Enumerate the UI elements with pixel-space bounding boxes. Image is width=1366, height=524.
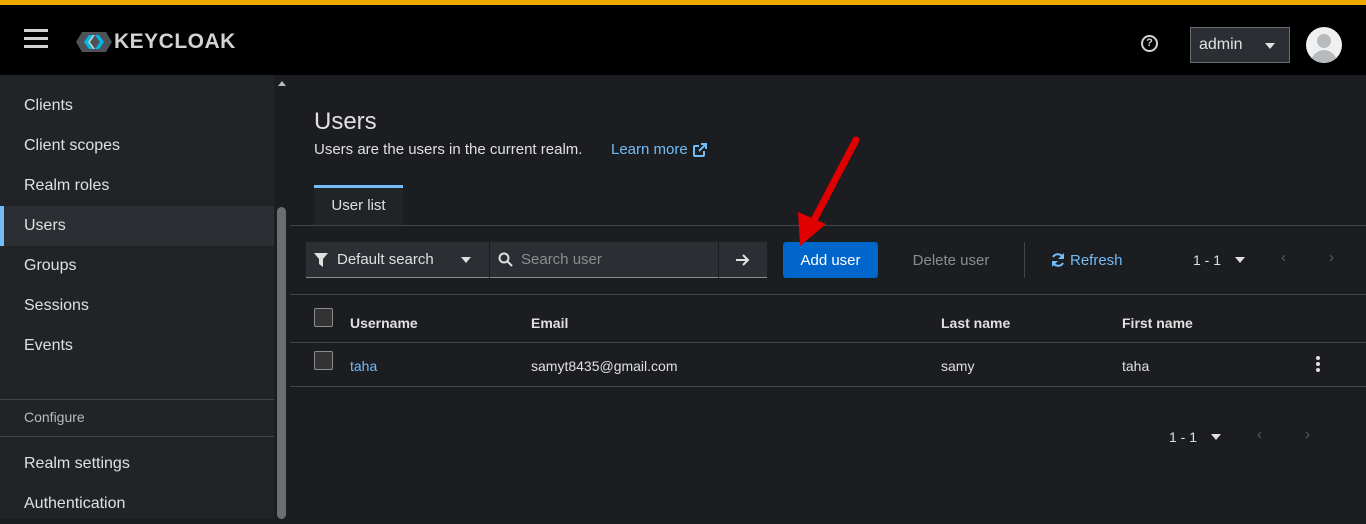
sidebar-item-clients[interactable]: Clients: [0, 86, 274, 126]
search-type-dropdown[interactable]: Default search: [306, 242, 489, 278]
email-cell: samyt8435@gmail.com: [531, 358, 678, 374]
sidebar-item-realm-roles[interactable]: Realm roles: [0, 166, 274, 206]
refresh-label: Refresh: [1070, 251, 1123, 269]
user-menu-dropdown[interactable]: admin: [1190, 27, 1290, 63]
sidebar-divider: [0, 399, 274, 400]
sidebar: Clients Client scopes Realm roles Users …: [0, 75, 290, 519]
sidebar-scrollbar[interactable]: [274, 75, 290, 519]
logo-text: KEYCLOAK: [114, 30, 236, 53]
delete-user-button[interactable]: Delete user: [897, 242, 1005, 278]
learn-more-link[interactable]: Learn more: [611, 141, 708, 158]
pagination-label: 1 - 1: [1169, 429, 1198, 445]
toolbar-divider: [1024, 242, 1025, 278]
select-all-checkbox[interactable]: [314, 308, 333, 327]
refresh-button[interactable]: Refresh: [1050, 242, 1140, 278]
column-header-username[interactable]: Username: [350, 315, 418, 331]
column-header-last-name[interactable]: Last name: [941, 315, 1010, 331]
sidebar-divider: [0, 436, 274, 437]
sidebar-item-users[interactable]: Users: [0, 206, 274, 246]
page-description: Users are the users in the current realm…: [314, 141, 583, 158]
sidebar-item-realm-settings[interactable]: Realm settings: [0, 444, 274, 484]
search-user-input[interactable]: [521, 251, 711, 268]
row-checkbox[interactable]: [314, 351, 333, 370]
caret-down-icon: [1235, 257, 1246, 263]
search-type-label: Default search: [337, 251, 434, 268]
previous-page-icon[interactable]: ‹: [1257, 426, 1262, 443]
avatar[interactable]: [1306, 27, 1342, 63]
table-header-border: [290, 342, 1366, 343]
pagination-label: 1 - 1: [1193, 252, 1222, 268]
column-header-first-name[interactable]: First name: [1122, 315, 1193, 331]
section-heading-configure: Configure: [24, 409, 85, 425]
masthead: KEYCLOAK ? admin: [0, 0, 1366, 75]
external-link-icon: [692, 142, 707, 157]
add-user-button[interactable]: Add user: [783, 242, 878, 278]
row-actions-kebab-icon[interactable]: [1315, 356, 1321, 374]
tab-user-list[interactable]: User list: [314, 185, 403, 225]
table-top-border: [290, 294, 1366, 295]
arrow-right-icon: [736, 253, 750, 266]
first-name-cell: taha: [1122, 358, 1150, 374]
column-header-email[interactable]: Email: [531, 315, 568, 331]
next-page-icon[interactable]: ›: [1329, 249, 1334, 266]
scroll-up-icon[interactable]: [278, 81, 286, 86]
sidebar-item-groups[interactable]: Groups: [0, 246, 274, 286]
username-link[interactable]: taha: [350, 358, 377, 374]
search-icon: [498, 252, 513, 267]
caret-down-icon: [1265, 43, 1275, 49]
search-user-field[interactable]: [490, 242, 718, 278]
page-title: Users: [314, 108, 377, 135]
hamburger-menu-icon[interactable]: [24, 29, 48, 49]
filter-icon: [314, 252, 328, 267]
learn-more-label: Learn more: [611, 141, 688, 158]
sidebar-item-sessions[interactable]: Sessions: [0, 286, 274, 326]
caret-down-icon: [1211, 434, 1222, 440]
next-page-icon[interactable]: ›: [1305, 426, 1310, 443]
scrollbar-thumb[interactable]: [277, 207, 286, 519]
keycloak-logo-icon: [76, 32, 112, 52]
sidebar-item-authentication[interactable]: Authentication: [0, 484, 274, 524]
caret-down-icon: [461, 257, 471, 263]
last-name-cell: samy: [941, 358, 975, 374]
keycloak-logo[interactable]: KEYCLOAK: [76, 27, 236, 57]
pagination-toggle-top[interactable]: 1 - 1: [1193, 252, 1246, 268]
previous-page-icon[interactable]: ‹: [1281, 249, 1286, 266]
main-content: Users Users are the users in the current…: [290, 75, 1366, 519]
table-row-border: [290, 386, 1366, 387]
tabs-underline: [290, 225, 1366, 226]
help-icon[interactable]: ?: [1141, 35, 1158, 52]
user-menu-label: admin: [1199, 36, 1243, 53]
pagination-toggle-bottom[interactable]: 1 - 1: [1169, 429, 1222, 445]
search-submit-button[interactable]: [719, 242, 767, 278]
refresh-icon: [1052, 253, 1064, 267]
sidebar-item-client-scopes[interactable]: Client scopes: [0, 126, 274, 166]
sidebar-item-events[interactable]: Events: [0, 326, 274, 366]
